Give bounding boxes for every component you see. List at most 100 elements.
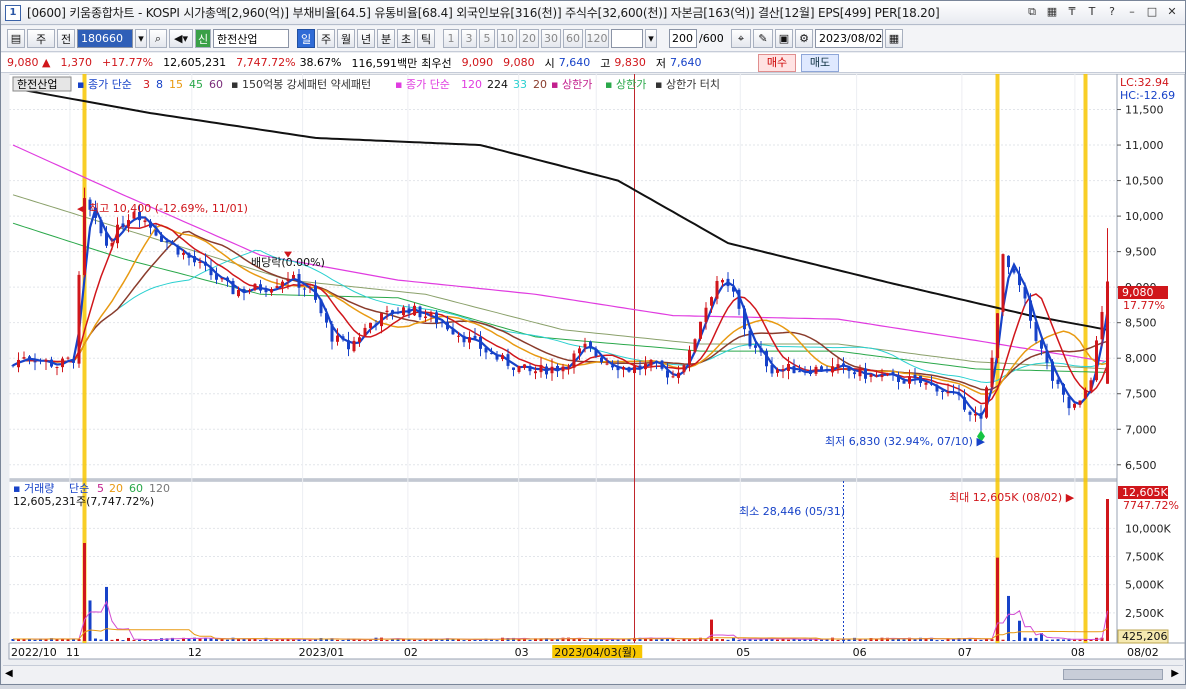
- stock-code-input[interactable]: 180660: [77, 29, 133, 48]
- candle-body: [182, 252, 185, 255]
- legend-ma2-label-text: 종가 단순: [406, 78, 450, 91]
- volume-bar: [385, 640, 389, 642]
- period-second[interactable]: 초: [397, 29, 415, 48]
- chart-area[interactable]: 11,50011,00010,50010,0009,5009,0008,5008…: [1, 73, 1186, 686]
- candle-body: [1040, 340, 1043, 349]
- legend-limit-touch-text: 상한가 터치: [666, 78, 720, 91]
- volume-bar: [726, 639, 730, 641]
- vol-ma120: 120: [149, 482, 170, 495]
- candle-body: [891, 372, 895, 375]
- interval-custom-input[interactable]: [611, 29, 643, 48]
- volume-bar: [369, 639, 372, 641]
- candle-body: [572, 353, 576, 368]
- low-annotation-text: 최저 6,830 (32.94%, 07/10): [825, 435, 973, 448]
- candle-body: [380, 313, 383, 327]
- legend-limit-up[interactable]: ▪ 상한가: [551, 78, 592, 91]
- period-minute[interactable]: 분: [377, 29, 395, 48]
- candle-body: [594, 349, 598, 357]
- bar-count-input[interactable]: 200: [669, 29, 697, 48]
- price-tick-label: 8,500: [1125, 317, 1157, 330]
- volume-bar: [33, 639, 37, 641]
- candle-body: [479, 336, 482, 349]
- volume-bar: [176, 640, 180, 642]
- scroll-left-icon[interactable]: ◀: [5, 668, 13, 679]
- all-button[interactable]: 전: [57, 29, 75, 48]
- gear-icon[interactable]: ⚙: [795, 29, 813, 48]
- help-icon[interactable]: ?: [1105, 5, 1119, 19]
- candle-body: [341, 336, 345, 340]
- candle-body: [374, 323, 378, 325]
- interval-120[interactable]: 120: [585, 29, 609, 48]
- save-icon[interactable]: ▣: [775, 29, 793, 48]
- tool-icon[interactable]: ✎: [753, 29, 773, 48]
- interval-30[interactable]: 30: [541, 29, 561, 48]
- interval-dropdown-icon[interactable]: ▾: [645, 29, 657, 48]
- legend-ma2-label[interactable]: ▪ 종가 단순: [395, 78, 450, 91]
- candle-body: [1073, 403, 1076, 408]
- close-icon[interactable]: ✕: [1165, 5, 1179, 19]
- pin-icon[interactable]: ₸: [1065, 5, 1079, 19]
- legend-limit-touch[interactable]: ▪ 상한가 터치: [655, 78, 720, 91]
- candle-body: [627, 367, 631, 372]
- window-number[interactable]: 1: [5, 4, 21, 21]
- period-tick[interactable]: 틱: [417, 29, 435, 48]
- period-week[interactable]: 주: [317, 29, 335, 48]
- candle-body: [831, 366, 834, 373]
- candle-body: [154, 229, 158, 236]
- calendar-icon[interactable]: ▦: [885, 29, 903, 48]
- date-input[interactable]: 2023/08/02: [815, 29, 883, 48]
- candle-body: [308, 287, 312, 289]
- scroll-right-icon[interactable]: ▶: [1171, 668, 1179, 679]
- candle-body: [902, 380, 906, 384]
- legend-limit-up2[interactable]: ▪ 상한가: [605, 78, 646, 91]
- interval-5[interactable]: 5: [479, 29, 495, 48]
- candle-body: [385, 310, 389, 313]
- x-tick-label: 08: [1071, 646, 1085, 659]
- volume-bar: [248, 639, 251, 641]
- legend-stock[interactable]: 한전산업: [17, 78, 57, 91]
- price-tick-label: 7,000: [1125, 423, 1157, 436]
- scroll-thumb[interactable]: [1063, 669, 1163, 680]
- interval-20[interactable]: 20: [519, 29, 539, 48]
- market-select[interactable]: 주: [27, 29, 55, 48]
- chart-settings-button[interactable]: ▤: [7, 29, 25, 48]
- code-dropdown-icon[interactable]: ▾: [135, 29, 147, 48]
- candle-body: [633, 366, 636, 374]
- price-chart[interactable]: 11,50011,00010,50010,0009,5009,0008,5008…: [1, 73, 1186, 686]
- interval-10[interactable]: 10: [497, 29, 517, 48]
- grid-icon[interactable]: ▦: [1045, 5, 1059, 19]
- volume-pane: [8, 480, 1118, 644]
- candle-body: [1045, 350, 1049, 363]
- interval-1[interactable]: 1: [443, 29, 459, 48]
- volume-bar: [677, 640, 680, 642]
- candle-body: [605, 363, 609, 365]
- period-day[interactable]: 일: [297, 29, 315, 48]
- volume-bar: [132, 639, 136, 641]
- candle-body: [440, 321, 444, 324]
- trade-amount: 116,591백만: [351, 56, 418, 70]
- credit-badge: 신: [195, 29, 211, 48]
- price-line: 9,080 ▲ 1,370 +17.77% 12,605,231 7,747.7…: [1, 53, 1185, 73]
- search-icon[interactable]: ⌕: [149, 29, 167, 48]
- maximize-icon[interactable]: □: [1145, 5, 1159, 19]
- period-month[interactable]: 월: [337, 29, 355, 48]
- sell-button[interactable]: 매도: [801, 54, 839, 72]
- interval-3[interactable]: 3: [461, 29, 477, 48]
- vol-legend-label[interactable]: ▪ 거래량: [13, 482, 54, 495]
- crosshair-icon[interactable]: ⌖: [731, 29, 751, 48]
- candle-body: [473, 335, 477, 339]
- period-year[interactable]: 년: [357, 29, 375, 48]
- legend-pattern[interactable]: ▪ 150억봉 강세패턴 약세패턴: [231, 77, 371, 91]
- restore-layout-icon[interactable]: ⧉: [1025, 5, 1039, 19]
- buy-button[interactable]: 매수: [758, 54, 796, 72]
- legend-ma-label[interactable]: ▪ 종가 단순: [77, 78, 132, 91]
- font-icon[interactable]: T: [1085, 5, 1099, 19]
- sound-icon[interactable]: ◀▾: [169, 29, 193, 48]
- stock-name-field[interactable]: 한전산업: [213, 29, 289, 48]
- candle-body: [264, 289, 268, 293]
- minimize-icon[interactable]: –: [1125, 5, 1139, 19]
- interval-60[interactable]: 60: [563, 29, 583, 48]
- volume-bar: [935, 640, 939, 642]
- chart-scrollbar[interactable]: ◀ ▶: [3, 665, 1183, 683]
- candle-body: [671, 376, 675, 378]
